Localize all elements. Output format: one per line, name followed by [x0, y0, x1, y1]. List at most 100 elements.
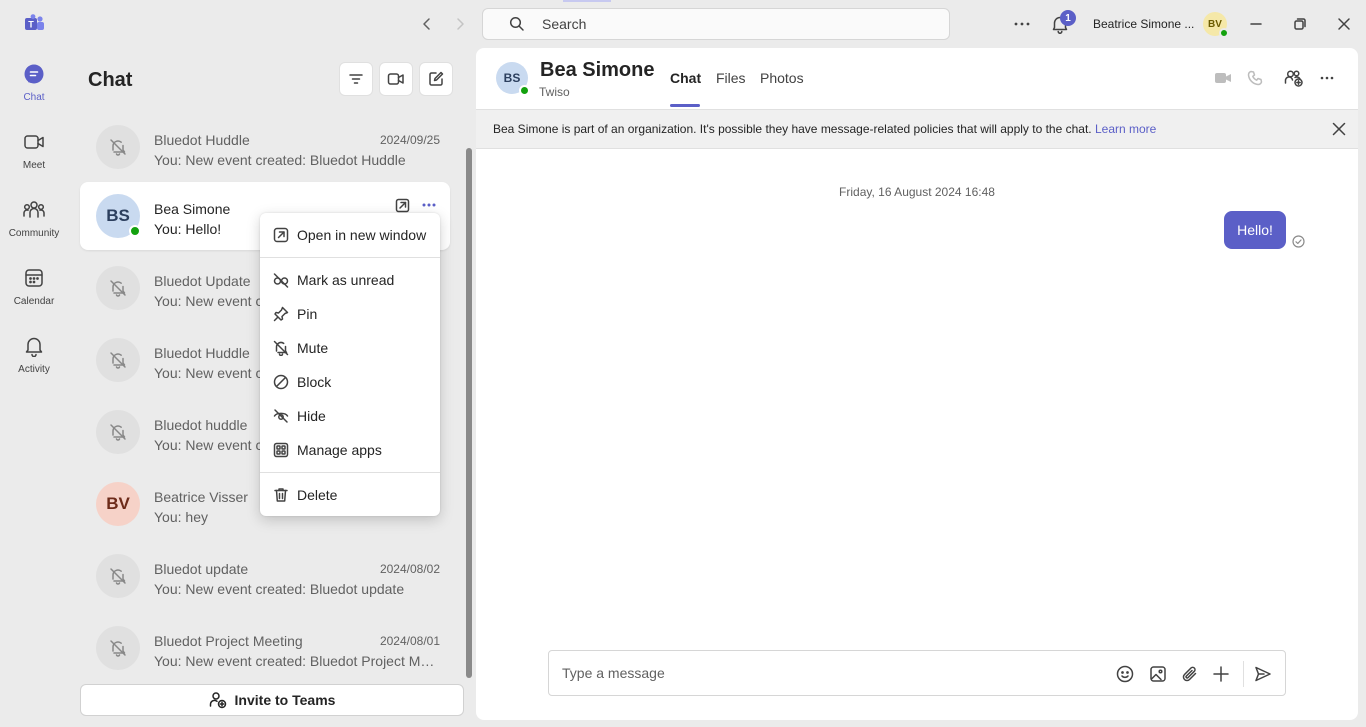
- emoji-button[interactable]: [1116, 665, 1134, 683]
- video-icon: [22, 130, 46, 154]
- bell-off-icon: [110, 280, 126, 297]
- audio-call-button[interactable]: [1245, 68, 1265, 88]
- menu-item-mute[interactable]: Mute: [260, 332, 440, 364]
- new-chat-button[interactable]: [419, 62, 453, 96]
- rail-label-chat: Chat: [23, 92, 45, 103]
- chat-item-bluedot-project-meeting[interactable]: Bluedot Project Meeting You: New event c…: [80, 614, 450, 682]
- forward-button[interactable]: [450, 14, 470, 34]
- meet-now-button[interactable]: [379, 62, 413, 96]
- calendar-icon: [22, 266, 46, 290]
- chat-item-name: Bluedot Update: [154, 273, 251, 289]
- more-horizontal-icon: [422, 203, 436, 207]
- menu-item-delete[interactable]: Delete: [260, 479, 440, 511]
- add-person-icon: [209, 692, 226, 709]
- open-window-icon: [273, 227, 289, 243]
- menu-item-label: Mark as unread: [297, 272, 395, 288]
- menu-item-label: Delete: [297, 487, 338, 503]
- chat-item-bluedot-huddle[interactable]: Bluedot Huddle You: New event created: B…: [80, 113, 450, 181]
- contact-name[interactable]: Bea Simone: [540, 59, 654, 82]
- tab-files[interactable]: Files: [716, 70, 746, 86]
- add-people-button[interactable]: [1284, 68, 1304, 88]
- rail-item-meet[interactable]: Meet: [0, 126, 68, 190]
- attach-file-button[interactable]: [1181, 665, 1199, 683]
- chat-item-date: 2024/08/01: [379, 634, 440, 648]
- teams-logo-icon: T: [23, 14, 45, 34]
- chat-item-name: Bluedot Huddle: [154, 132, 250, 148]
- pop-out-chat-button[interactable]: [393, 196, 411, 214]
- open-window-icon: [395, 198, 409, 212]
- learn-more-link[interactable]: Learn more: [1095, 122, 1156, 136]
- chat-item-bluedot-update-2[interactable]: Bluedot update You: New event created: B…: [80, 542, 450, 610]
- chat-item-name: Bluedot update: [154, 561, 249, 577]
- message-composer[interactable]: Type a message: [548, 650, 1286, 696]
- menu-item-open-in-new-window[interactable]: Open in new window: [260, 219, 440, 251]
- back-button[interactable]: [417, 14, 437, 34]
- close-icon: [1338, 18, 1350, 30]
- chevron-right-icon: [457, 18, 464, 30]
- paperclip-icon: [1182, 666, 1197, 682]
- settings-more-button[interactable]: [1012, 14, 1032, 34]
- contact-avatar[interactable]: BS: [496, 62, 530, 96]
- chevron-left-icon: [423, 18, 430, 30]
- more-options-button[interactable]: [420, 196, 438, 214]
- conversation-pane: BS Bea Simone Twiso Chat Files Photos Be…: [476, 48, 1358, 720]
- notification-badge: 1: [1060, 10, 1076, 26]
- filter-button[interactable]: [339, 62, 373, 96]
- menu-item-manage-apps[interactable]: Manage apps: [260, 434, 440, 466]
- rail-label-calendar: Calendar: [13, 296, 55, 307]
- avatar-initials: BS: [503, 71, 521, 85]
- menu-item-mark-as-unread[interactable]: Mark as unread: [260, 264, 440, 296]
- video-call-button[interactable]: [1213, 68, 1233, 88]
- rail-item-chat[interactable]: Chat: [0, 58, 68, 122]
- presence-available-icon: [519, 85, 530, 96]
- contact-organization: Twiso: [539, 85, 570, 99]
- tab-photos[interactable]: Photos: [760, 70, 804, 86]
- more-actions-plus-button[interactable]: [1212, 665, 1230, 683]
- send-button[interactable]: [1254, 665, 1272, 683]
- chat-item-name: Bluedot huddle: [154, 417, 248, 433]
- muted-avatar: [96, 410, 140, 454]
- user-avatar[interactable]: BV: [1203, 12, 1229, 38]
- plus-icon: [1213, 666, 1229, 682]
- dismiss-banner-button[interactable]: [1332, 122, 1346, 136]
- chat-item-name: Bluedot Project Meeting: [154, 633, 303, 649]
- rail-label-community: Community: [8, 228, 60, 239]
- video-icon: [1215, 73, 1231, 83]
- close-window-button[interactable]: [1334, 14, 1354, 34]
- menu-item-label: Hide: [297, 408, 326, 424]
- rail-label-activity: Activity: [18, 364, 50, 375]
- invite-to-teams-button[interactable]: Invite to Teams: [80, 684, 464, 716]
- sent-message-bubble[interactable]: Hello!: [1224, 211, 1286, 249]
- chat-item-name: Bluedot Huddle: [154, 345, 250, 361]
- image-button[interactable]: [1149, 665, 1167, 683]
- menu-item-block[interactable]: Block: [260, 366, 440, 398]
- search-box[interactable]: Search: [482, 8, 950, 40]
- chat-item-date: 2024/09/25: [379, 133, 440, 147]
- chat-list-scrollbar[interactable]: [466, 148, 472, 678]
- minimize-icon: [1250, 23, 1262, 25]
- minimize-button[interactable]: [1246, 14, 1266, 34]
- search-icon: [509, 16, 525, 32]
- chat-icon: [22, 62, 46, 86]
- rail-item-community[interactable]: Community: [0, 194, 68, 258]
- tab-chat[interactable]: Chat: [670, 70, 701, 86]
- message-input-placeholder: Type a message: [562, 665, 665, 681]
- rail-item-activity[interactable]: Activity: [0, 330, 68, 394]
- image-icon: [1150, 666, 1166, 682]
- bell-icon: [22, 334, 46, 358]
- conversation-more-button[interactable]: [1317, 68, 1337, 88]
- block-icon: [273, 374, 289, 390]
- restore-button[interactable]: [1290, 14, 1310, 34]
- menu-item-pin[interactable]: Pin: [260, 298, 440, 330]
- bell-off-icon: [110, 139, 126, 156]
- emoji-icon: [1116, 665, 1134, 683]
- user-name[interactable]: Beatrice Simone ...: [1093, 17, 1194, 31]
- chat-item-preview: You: New event created: Bluedot update: [154, 581, 405, 597]
- muted-avatar: [96, 125, 140, 169]
- presence-available-icon: [129, 225, 141, 237]
- menu-item-hide[interactable]: Hide: [260, 400, 440, 432]
- banner-message: Bea Simone is part of an organization. I…: [493, 122, 1092, 136]
- chat-context-menu: Open in new window Mark as unread Pin Mu…: [260, 213, 440, 516]
- pin-icon: [273, 306, 289, 322]
- rail-item-calendar[interactable]: Calendar: [0, 262, 68, 326]
